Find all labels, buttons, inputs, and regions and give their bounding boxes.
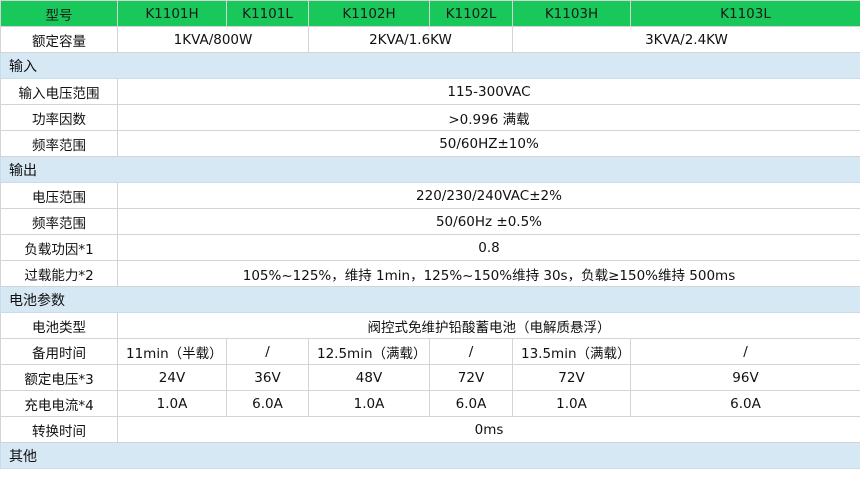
- section-battery: 电池参数: [0, 286, 860, 313]
- capacity-k1103: 3KVA/2.4KW: [512, 26, 860, 53]
- transfer-time-label: 转换时间: [0, 416, 118, 443]
- capacity-label: 额定容量: [0, 26, 118, 53]
- section-other-row: 其他: [0, 442, 860, 469]
- model-k1103h: K1103H: [512, 0, 631, 27]
- rated-voltage-k1102h: 48V: [308, 364, 430, 391]
- output-voltage-row: 电压范围 220/230/240VAC±2%: [0, 182, 860, 209]
- backup-time-k1103h: 13.5min（满载）: [512, 338, 631, 365]
- section-input-row: 输入: [0, 52, 860, 79]
- model-k1101l: K1101L: [226, 0, 309, 27]
- rated-voltage-label: 额定电压*3: [0, 364, 118, 391]
- charge-current-label: 充电电流*4: [0, 390, 118, 417]
- load-pf-label: 负载功因*1: [0, 234, 118, 261]
- charge-current-k1102l: 6.0A: [429, 390, 513, 417]
- charge-current-k1103l: 6.0A: [630, 390, 860, 417]
- transfer-time-row: 转换时间 0ms: [0, 416, 860, 443]
- backup-time-row: 备用时间 11min（半载） / 12.5min（满载） / 13.5min（满…: [0, 338, 860, 365]
- charge-current-k1101l: 6.0A: [226, 390, 309, 417]
- spec-table: 型号 K1101H K1101L K1102H K1102L K1103H K1…: [0, 0, 860, 469]
- output-voltage-label: 电压范围: [0, 182, 118, 209]
- output-frequency-value: 50/60Hz ±0.5%: [117, 208, 860, 235]
- backup-time-k1102l: /: [429, 338, 513, 365]
- capacity-row: 额定容量 1KVA/800W 2KVA/1.6KW 3KVA/2.4KW: [0, 26, 860, 53]
- section-other: 其他: [0, 442, 860, 469]
- model-label: 型号: [0, 0, 118, 27]
- backup-time-k1101h: 11min（半载）: [117, 338, 227, 365]
- input-frequency-value: 50/60HZ±10%: [117, 130, 860, 157]
- section-battery-row: 电池参数: [0, 286, 860, 313]
- power-factor-value: >0.996 满载: [117, 104, 860, 131]
- model-k1103l: K1103L: [630, 0, 860, 27]
- model-k1102h: K1102H: [308, 0, 430, 27]
- rated-voltage-k1102l: 72V: [429, 364, 513, 391]
- charge-current-k1102h: 1.0A: [308, 390, 430, 417]
- header-row: 型号 K1101H K1101L K1102H K1102L K1103H K1…: [0, 0, 860, 27]
- output-frequency-label: 频率范围: [0, 208, 118, 235]
- input-frequency-label: 频率范围: [0, 130, 118, 157]
- section-input: 输入: [0, 52, 860, 79]
- input-voltage-row: 输入电压范围 115-300VAC: [0, 78, 860, 105]
- battery-type-label: 电池类型: [0, 312, 118, 339]
- input-voltage-value: 115-300VAC: [117, 78, 860, 105]
- output-frequency-row: 频率范围 50/60Hz ±0.5%: [0, 208, 860, 235]
- rated-voltage-k1103l: 96V: [630, 364, 860, 391]
- load-pf-value: 0.8: [117, 234, 860, 261]
- capacity-k1102: 2KVA/1.6KW: [308, 26, 513, 53]
- output-voltage-value: 220/230/240VAC±2%: [117, 182, 860, 209]
- battery-type-row: 电池类型 阀控式免维护铅酸蓄电池（电解质悬浮）: [0, 312, 860, 339]
- charge-current-row: 充电电流*4 1.0A 6.0A 1.0A 6.0A 1.0A 6.0A: [0, 390, 860, 417]
- charge-current-k1101h: 1.0A: [117, 390, 227, 417]
- power-factor-label: 功率因数: [0, 104, 118, 131]
- rated-voltage-row: 额定电压*3 24V 36V 48V 72V 72V 96V: [0, 364, 860, 391]
- input-voltage-label: 输入电压范围: [0, 78, 118, 105]
- capacity-k1101: 1KVA/800W: [117, 26, 309, 53]
- rated-voltage-k1101l: 36V: [226, 364, 309, 391]
- load-pf-row: 负载功因*1 0.8: [0, 234, 860, 261]
- backup-time-label: 备用时间: [0, 338, 118, 365]
- model-k1101h: K1101H: [117, 0, 227, 27]
- battery-type-value: 阀控式免维护铅酸蓄电池（电解质悬浮）: [117, 312, 860, 339]
- rated-voltage-k1101h: 24V: [117, 364, 227, 391]
- power-factor-row: 功率因数 >0.996 满载: [0, 104, 860, 131]
- input-frequency-row: 频率范围 50/60HZ±10%: [0, 130, 860, 157]
- overload-label: 过载能力*2: [0, 260, 118, 287]
- section-output-row: 输出: [0, 156, 860, 183]
- overload-row: 过载能力*2 105%~125%，维持 1min，125%~150%维持 30s…: [0, 260, 860, 287]
- backup-time-k1101l: /: [226, 338, 309, 365]
- overload-value: 105%~125%，维持 1min，125%~150%维持 30s，负载≥150…: [117, 260, 860, 287]
- transfer-time-value: 0ms: [117, 416, 860, 443]
- model-k1102l: K1102L: [429, 0, 513, 27]
- charge-current-k1103h: 1.0A: [512, 390, 631, 417]
- rated-voltage-k1103h: 72V: [512, 364, 631, 391]
- backup-time-k1102h: 12.5min（满载）: [308, 338, 430, 365]
- backup-time-k1103l: /: [630, 338, 860, 365]
- section-output: 输出: [0, 156, 860, 183]
